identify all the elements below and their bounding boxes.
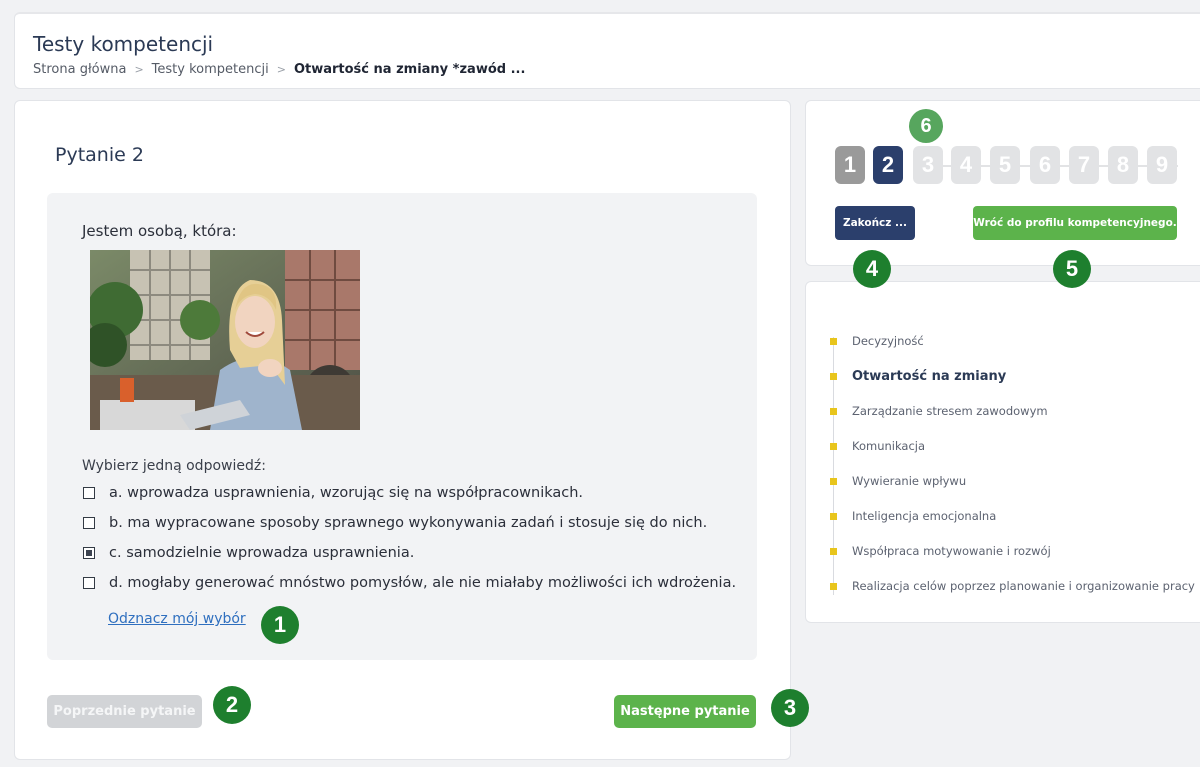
competency-label: Realizacja celów poprzez planowanie i or… (852, 579, 1195, 593)
competency-item[interactable]: Realizacja celów poprzez planowanie i or… (830, 576, 1195, 596)
question-number-2[interactable]: 2 (873, 146, 903, 184)
competency-item[interactable]: Wywieranie wpływu (830, 471, 966, 491)
answer-checkbox[interactable] (83, 487, 95, 499)
clear-choice-link[interactable]: Odznacz mój wybór (108, 611, 246, 627)
breadcrumb-separator: > (276, 63, 286, 76)
callout-badge-4: 4 (853, 250, 891, 288)
bullet-icon (830, 372, 837, 380)
question-photo (90, 250, 360, 430)
callout-badge-5: 5 (1053, 250, 1091, 288)
question-navigation-card: 1 2 3 4 5 6 7 8 9 Zakończ ... Wróć do pr… (805, 100, 1200, 266)
bullet-icon (830, 337, 837, 345)
bullet-icon (830, 582, 837, 590)
competency-item[interactable]: Komunikacja (830, 436, 925, 456)
answer-option-c[interactable]: c. samodzielnie wprowadza usprawnienia. (83, 542, 414, 564)
bullet-icon (830, 442, 837, 450)
competency-item[interactable]: Współpraca motywowanie i rozwój (830, 541, 1051, 561)
answer-text: a. wprowadza usprawnienia, wzorując się … (109, 485, 584, 501)
question-number-9[interactable]: 9 (1147, 146, 1177, 184)
next-question-button[interactable]: Następne pytanie (614, 695, 756, 728)
choose-answer-label: Wybierz jedną odpowiedź: (82, 458, 266, 474)
competency-label: Współpraca motywowanie i rozwój (852, 544, 1051, 558)
competency-item[interactable]: Zarządzanie stresem zawodowym (830, 401, 1048, 421)
answer-text: d. mogłaby generować mnóstwo pomysłów, a… (109, 575, 737, 591)
competency-label: Otwartość na zmiany (852, 368, 1007, 384)
page-header: Testy kompetencji Strona główna > Testy ko… (14, 12, 1200, 89)
answer-checkbox[interactable] (83, 547, 95, 559)
callout-badge-3: 3 (771, 689, 809, 727)
breadcrumb-home[interactable]: Strona główna (33, 62, 126, 77)
bullet-icon (830, 512, 837, 520)
competency-label: Inteligencja emocjonalna (852, 509, 997, 523)
question-number-6[interactable]: 6 (1030, 146, 1060, 184)
page-title: Testy kompetencji (33, 32, 214, 56)
bullet-icon (830, 547, 837, 555)
competency-label: Decyzyjność (852, 334, 924, 348)
answer-checkbox[interactable] (83, 577, 95, 589)
question-number-5[interactable]: 5 (990, 146, 1020, 184)
answer-text: b. ma wypracowane sposoby sprawnego wyko… (109, 515, 708, 531)
breadcrumb-separator: > (134, 63, 144, 76)
competency-list-card: Decyzyjność Otwartość na zmiany Zarządza… (805, 281, 1200, 623)
question-card: Pytanie 2 Jestem osobą, która: Wybierz j… (14, 100, 791, 760)
bullet-icon (830, 407, 837, 415)
previous-question-button[interactable]: Poprzednie pytanie (47, 695, 202, 728)
question-number-8[interactable]: 8 (1108, 146, 1138, 184)
question-number-7[interactable]: 7 (1069, 146, 1099, 184)
callout-badge-2: 2 (213, 686, 251, 724)
question-stem: Jestem osobą, która: (82, 222, 237, 240)
callout-badge-1: 1 (261, 606, 299, 644)
bullet-icon (830, 477, 837, 485)
answer-option-a[interactable]: a. wprowadza usprawnienia, wzorując się … (83, 482, 583, 504)
question-number-1[interactable]: 1 (835, 146, 865, 184)
callout-badge-6: 6 (909, 109, 943, 143)
question-title: Pytanie 2 (55, 144, 144, 166)
back-to-profile-button[interactable]: Wróć do profilu kompetencyjnego. (973, 206, 1177, 240)
finish-button[interactable]: Zakończ ... (835, 206, 915, 240)
question-number-4[interactable]: 4 (951, 146, 981, 184)
competency-item[interactable]: Decyzyjność (830, 331, 924, 351)
question-box: Jestem osobą, która: Wybierz jedną odpow… (47, 193, 757, 660)
breadcrumb-current: Otwartość na zmiany *zawód ... (293, 62, 526, 77)
answer-option-b[interactable]: b. ma wypracowane sposoby sprawnego wyko… (83, 512, 707, 534)
answer-checkbox[interactable] (83, 517, 95, 529)
breadcrumb-tests[interactable]: Testy kompetencji (152, 62, 269, 77)
competency-item[interactable]: Inteligencja emocjonalna (830, 506, 996, 526)
competency-label: Komunikacja (852, 439, 926, 453)
question-number-3[interactable]: 3 (913, 146, 943, 184)
breadcrumb: Strona główna > Testy kompetencji > Otwartoś… (33, 62, 525, 77)
competency-label: Zarządzanie stresem zawodowym (852, 404, 1048, 418)
competency-label: Wywieranie wpływu (852, 474, 967, 488)
competency-item-active[interactable]: Otwartość na zmiany (830, 366, 1006, 386)
answer-text: c. samodzielnie wprowadza usprawnienia. (109, 545, 415, 561)
answer-option-d[interactable]: d. mogłaby generować mnóstwo pomysłów, a… (83, 572, 736, 594)
